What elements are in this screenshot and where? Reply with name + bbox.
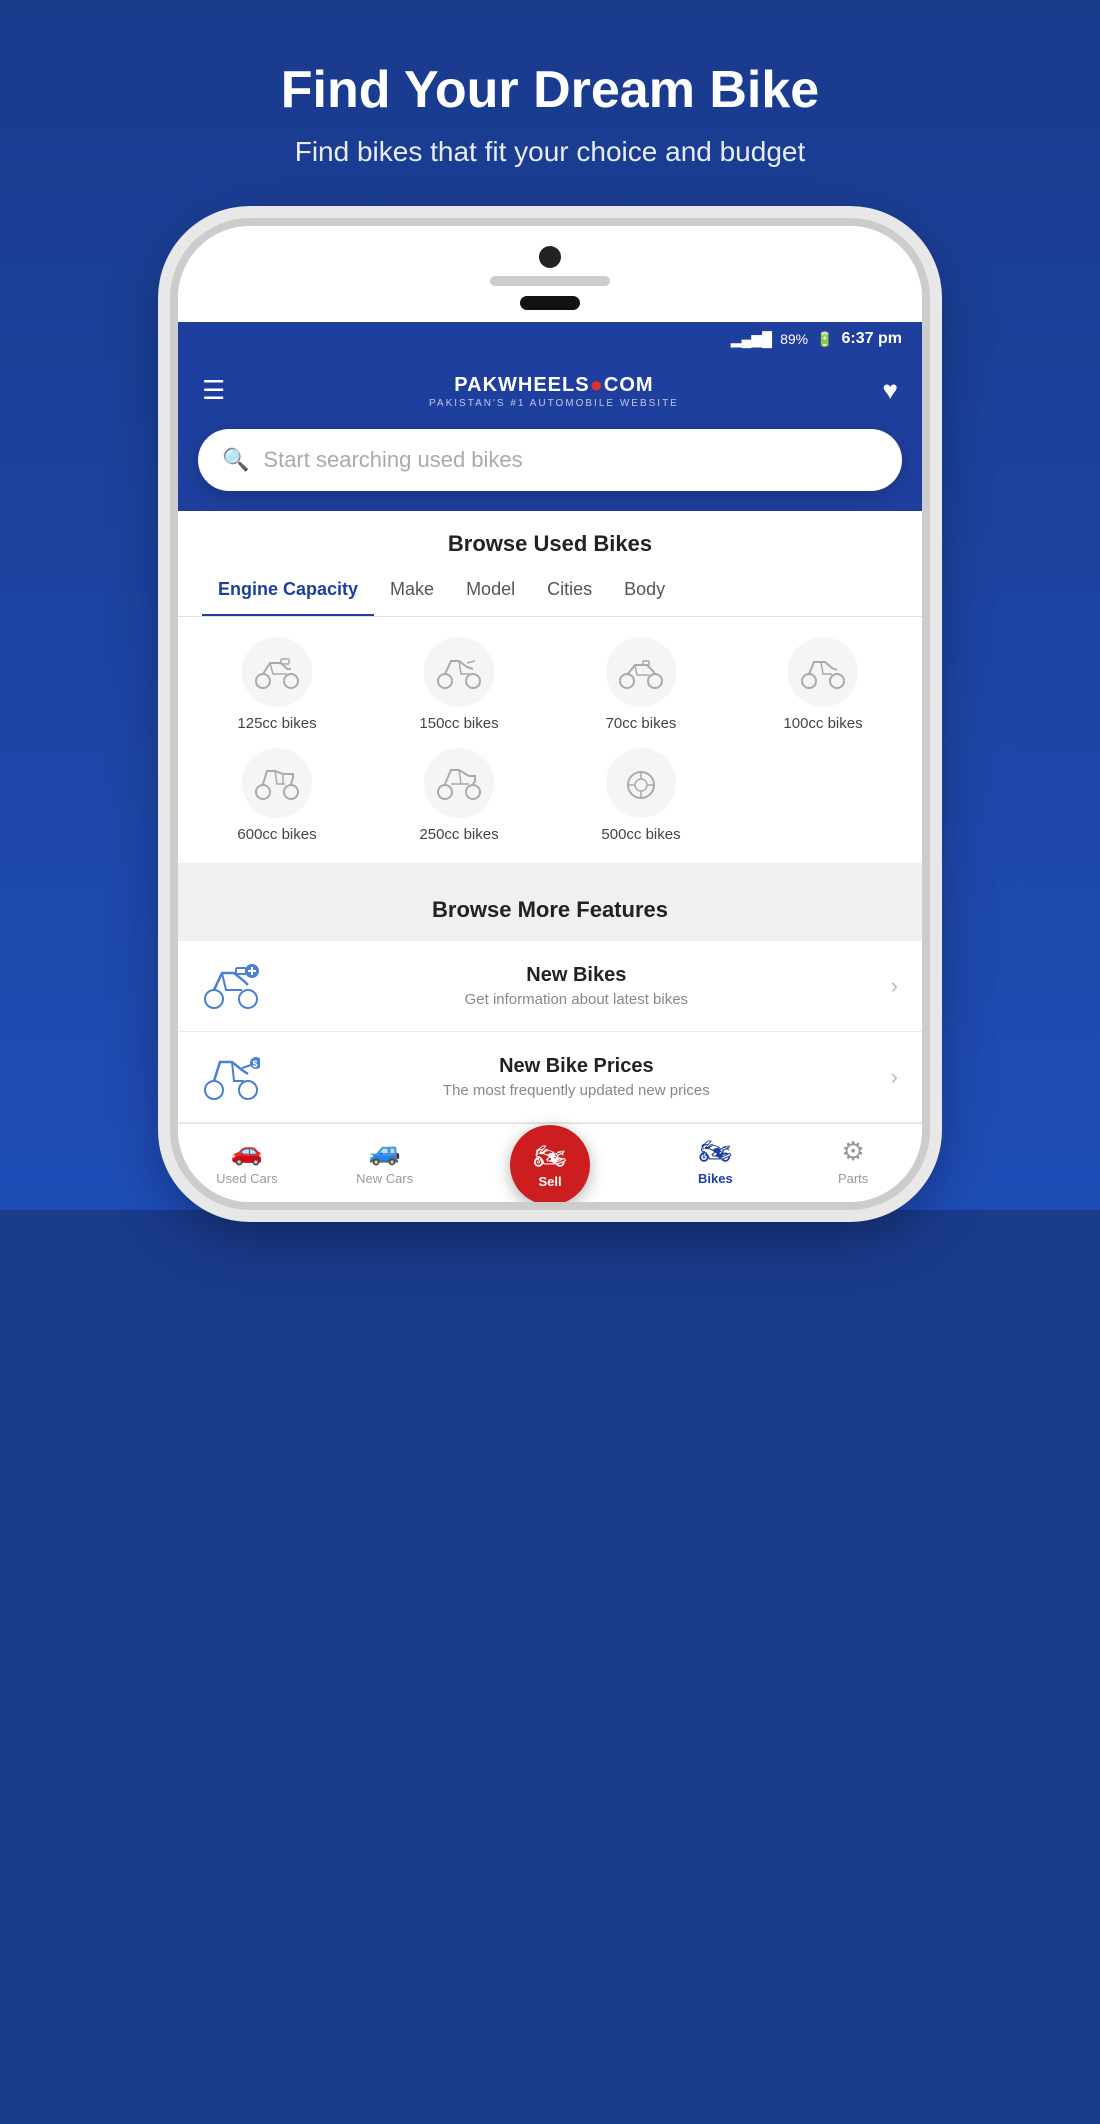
nav-parts-label: Parts (838, 1171, 868, 1186)
phone-top (178, 226, 922, 322)
bike-icon-250cc (424, 748, 494, 818)
bike-label-500cc: 500cc bikes (601, 826, 680, 843)
bike-icon-125cc (242, 637, 312, 707)
new-bike-prices-chevron-icon: › (891, 1064, 898, 1090)
nav-used-cars-label: Used Cars (216, 1171, 277, 1186)
nav-new-cars-label: New Cars (356, 1171, 413, 1186)
feature-new-bike-prices-desc: The most frequently updated new prices (282, 1082, 871, 1099)
search-container: 🔍 Start searching used bikes (178, 429, 922, 511)
signal-icon: ▂▄▆█ (731, 331, 772, 348)
pakwheels-logo: PAKWHEELS●COM PAKISTAN'S #1 AUTOMOBILE W… (429, 372, 679, 409)
phone-pill (520, 296, 580, 310)
phone-speaker (490, 276, 610, 286)
bike-item-125cc[interactable]: 125cc bikes (194, 637, 360, 732)
new-bikes-chevron-icon: › (891, 973, 898, 999)
nav-bikes[interactable]: 🏍 Bikes (646, 1136, 784, 1186)
tab-cities[interactable]: Cities (531, 565, 608, 617)
phone-camera (539, 246, 561, 268)
bike-item-500cc[interactable]: 500cc bikes (558, 748, 724, 843)
bike-item-250cc[interactable]: 250cc bikes (376, 748, 542, 843)
svg-text:$: $ (253, 1059, 258, 1069)
bike-label-150cc: 150cc bikes (419, 715, 498, 732)
hero-subtitle: Find bikes that fit your choice and budg… (20, 136, 1080, 168)
tab-make[interactable]: Make (374, 565, 450, 617)
bottom-nav: 🚗 Used Cars 🚙 New Cars 🏍 Sell 🏍 Bikes (178, 1123, 922, 1202)
app-header: ☰ PAKWHEELS●COM PAKISTAN'S #1 AUTOMOBILE… (178, 356, 922, 429)
tab-engine-capacity[interactable]: Engine Capacity (202, 565, 374, 617)
search-input[interactable]: Start searching used bikes (263, 447, 522, 473)
logo-tagline: PAKISTAN'S #1 AUTOMOBILE WEBSITE (429, 398, 679, 409)
feature-new-bikes-title: New Bikes (282, 964, 871, 987)
bike-icon-100cc (788, 637, 858, 707)
browse-section-title: Browse Used Bikes (178, 511, 922, 565)
nav-used-cars[interactable]: 🚗 Used Cars (178, 1136, 316, 1186)
nav-new-cars[interactable]: 🚙 New Cars (316, 1136, 454, 1186)
feature-new-bikes-desc: Get information about latest bikes (282, 991, 871, 1008)
tab-body[interactable]: Body (608, 565, 681, 617)
new-bike-prices-icon: $ (202, 1052, 262, 1102)
nav-bikes-label: Bikes (698, 1171, 733, 1186)
bike-icon-600cc (242, 748, 312, 818)
hero-title: Find Your Dream Bike (20, 60, 1080, 120)
feature-item-new-bike-prices[interactable]: $ New Bike Prices The most frequently up… (178, 1032, 922, 1123)
browse-used-bikes-section: Browse Used Bikes Engine Capacity Make M… (178, 511, 922, 863)
new-bikes-icon (202, 961, 262, 1011)
bike-label-125cc: 125cc bikes (237, 715, 316, 732)
bikes-icon: 🏍 (699, 1136, 732, 1167)
battery-status: 89% (780, 331, 808, 347)
bike-item-70cc[interactable]: 70cc bikes (558, 637, 724, 732)
bike-icon-70cc (606, 637, 676, 707)
hero-section: Find Your Dream Bike Find bikes that fit… (0, 0, 1100, 1210)
new-cars-icon: 🚙 (368, 1136, 400, 1167)
bike-item-100cc[interactable]: 100cc bikes (740, 637, 906, 732)
sell-icon: 🏍 (533, 1141, 566, 1172)
nav-parts[interactable]: ⚙ Parts (784, 1136, 922, 1186)
content-area: Browse Used Bikes Engine Capacity Make M… (178, 511, 922, 1123)
bike-item-600cc[interactable]: 600cc bikes (194, 748, 360, 843)
sell-label: Sell (538, 1174, 561, 1189)
status-time: 6:37 pm (842, 330, 902, 348)
phone-side-right (928, 406, 930, 486)
hamburger-icon[interactable]: ☰ (202, 375, 225, 406)
favorites-icon[interactable]: ♥ (883, 375, 898, 406)
search-icon: 🔍 (222, 447, 249, 473)
bike-label-250cc: 250cc bikes (419, 826, 498, 843)
used-cars-icon: 🚗 (231, 1136, 263, 1167)
bike-label-70cc: 70cc bikes (606, 715, 677, 732)
bike-icon-500cc (606, 748, 676, 818)
features-section: Browse More Features (178, 879, 922, 1123)
search-bar[interactable]: 🔍 Start searching used bikes (198, 429, 902, 491)
feature-new-bike-prices-title: New Bike Prices (282, 1055, 871, 1078)
bike-icon-150cc (424, 637, 494, 707)
battery-icon: 🔋 (816, 331, 833, 348)
bike-item-150cc[interactable]: 150cc bikes (376, 637, 542, 732)
parts-icon: ⚙ (841, 1136, 864, 1167)
phone-mockup: ▂▄▆█ 89% 🔋 6:37 pm ☰ PAKWHEELS●COM PAKIS… (170, 218, 930, 1210)
browse-tabs: Engine Capacity Make Model Cities Body (178, 565, 922, 617)
bike-grid: 125cc bikes (178, 617, 922, 863)
status-bar: ▂▄▆█ 89% 🔋 6:37 pm (178, 322, 922, 356)
feature-new-bikes-text: New Bikes Get information about latest b… (282, 964, 871, 1008)
bike-label-100cc: 100cc bikes (783, 715, 862, 732)
bike-label-600cc: 600cc bikes (237, 826, 316, 843)
feature-new-bike-prices-text: New Bike Prices The most frequently upda… (282, 1055, 871, 1099)
phone-side-left (170, 426, 172, 486)
tab-model[interactable]: Model (450, 565, 531, 617)
features-section-title: Browse More Features (178, 879, 922, 941)
sell-button[interactable]: 🏍 Sell (510, 1125, 590, 1202)
feature-item-new-bikes[interactable]: New Bikes Get information about latest b… (178, 941, 922, 1032)
